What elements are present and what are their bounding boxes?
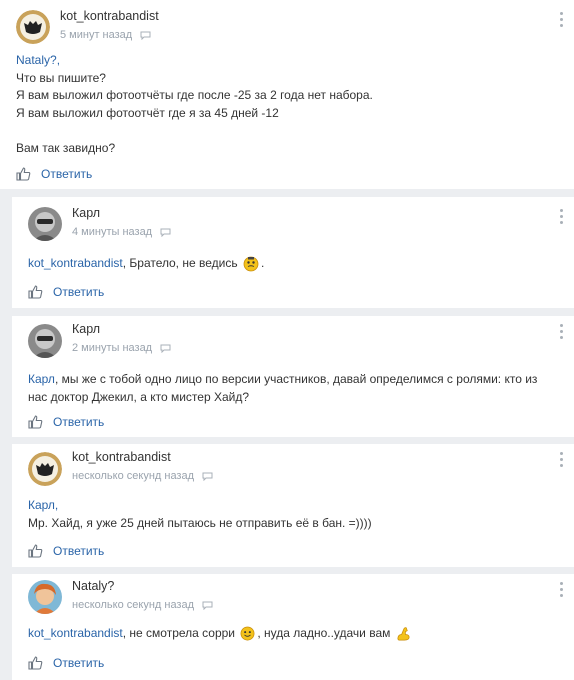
action-row: Ответить (28, 415, 104, 429)
comment-line: Вам так завидно? (16, 140, 116, 155)
thumbs-up-icon[interactable] (16, 167, 31, 181)
timestamp: несколько секунд назад (72, 599, 213, 611)
comment-text: , не смотрела сорри (122, 626, 236, 640)
time-text: 4 минуты назад (72, 226, 153, 238)
comment-bubble-icon[interactable] (140, 31, 151, 40)
author-name[interactable]: Nataly? (72, 579, 114, 593)
time-text: 5 минут назад (60, 29, 133, 41)
avatar[interactable] (28, 580, 62, 614)
thumbs-up-icon[interactable] (28, 544, 43, 558)
comment-line: Я вам выложил фотоотчёт где я за 45 дней… (16, 105, 279, 120)
reply-button[interactable]: Ответить (53, 656, 104, 670)
mention-link[interactable]: Карл, (28, 498, 58, 512)
comment-body: Nataly?, Что вы пишите? Я вам выложил фо… (16, 52, 554, 157)
more-vertical-icon[interactable] (560, 582, 564, 600)
author-name[interactable]: Карл (72, 206, 100, 220)
time-text: несколько секунд назад (72, 470, 195, 482)
timestamp: 2 минуты назад (72, 342, 171, 354)
more-vertical-icon[interactable] (560, 12, 564, 30)
comment-card: kot_kontrabandist 5 минут назад Nataly?,… (0, 0, 574, 189)
mention-link[interactable]: kot_kontrabandist (28, 626, 123, 640)
comment-bubble-icon[interactable] (202, 601, 213, 610)
action-row: Ответить (16, 167, 92, 181)
mention-link[interactable]: kot_kontrabandist (28, 256, 123, 270)
comment-text: . (260, 256, 265, 270)
reply-button[interactable]: Ответить (41, 167, 92, 181)
avatar[interactable] (16, 10, 50, 44)
more-vertical-icon[interactable] (560, 209, 564, 227)
timestamp: 5 минут назад (60, 29, 151, 41)
author-name[interactable]: kot_kontrabandist (72, 450, 171, 464)
mention-link[interactable]: Nataly?, (16, 53, 60, 67)
more-vertical-icon[interactable] (560, 324, 564, 342)
comment-body: kot_kontrabandist, Брателo, не ведись . (28, 255, 554, 273)
more-vertical-icon[interactable] (560, 452, 564, 470)
comment-line: Я вам выложил фотоотчёты где после -25 з… (16, 88, 373, 102)
mention-link[interactable]: Карл (28, 372, 55, 386)
action-row: Ответить (28, 285, 104, 299)
time-text: 2 минуты назад (72, 342, 153, 354)
avatar[interactable] (28, 324, 62, 358)
comment-text: , мы же с тобой одно лицо по версии учас… (28, 372, 538, 404)
emoji-icon (243, 256, 259, 272)
flexed-biceps-icon (397, 627, 410, 641)
comment-bubble-icon[interactable] (160, 344, 171, 353)
avatar[interactable] (28, 207, 62, 241)
action-row: Ответить (28, 544, 104, 558)
comment-text: , Брателo, не ведись (122, 256, 238, 270)
comment-bubble-icon[interactable] (160, 228, 171, 237)
emoji-icon (240, 626, 255, 641)
comment-bubble-icon[interactable] (202, 472, 213, 481)
timestamp: 4 минуты назад (72, 226, 171, 238)
reply-button[interactable]: Ответить (53, 285, 104, 299)
reply-button[interactable]: Ответить (53, 415, 104, 429)
comment-card: Карл 2 минуты назад Карл, мы же с тобой … (12, 316, 574, 437)
comment-text: , нуда ладно..удачи вам (257, 626, 391, 640)
timestamp: несколько секунд назад (72, 470, 213, 482)
author-name[interactable]: kot_kontrabandist (60, 9, 159, 23)
author-name[interactable]: Карл (72, 322, 100, 336)
comment-line: Мр. Хайд, я уже 25 дней пытаюсь не отпра… (28, 515, 372, 530)
thumbs-up-icon[interactable] (28, 656, 43, 670)
comment-body: Карл, Мр. Хайд, я уже 25 дней пытаюсь не… (28, 497, 554, 532)
thumbs-up-icon[interactable] (28, 415, 43, 429)
comment-body: Карл, мы же с тобой одно лицо по версии … (28, 371, 550, 406)
comment-line (16, 122, 554, 140)
comment-line: Что вы пишите? (16, 70, 106, 85)
comment-card: Nataly? несколько секунд назад kot_kontr… (12, 574, 574, 680)
comment-card: kot_kontrabandist несколько секунд назад… (12, 444, 574, 567)
action-row: Ответить (28, 656, 104, 670)
comment-body: kot_kontrabandist, не смотрела сорри , н… (28, 625, 554, 643)
reply-button[interactable]: Ответить (53, 544, 104, 558)
comment-card: Карл 4 минуты назад kot_kontrabandist, Б… (12, 197, 574, 308)
avatar[interactable] (28, 452, 62, 486)
time-text: несколько секунд назад (72, 599, 195, 611)
thumbs-up-icon[interactable] (28, 285, 43, 299)
